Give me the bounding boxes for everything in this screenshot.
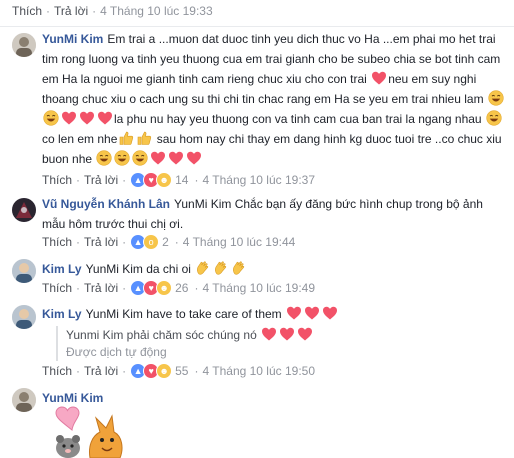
thumbs-up-emoji-icon <box>118 130 134 146</box>
reply-link[interactable]: Trả lời <box>84 362 118 380</box>
heart-emoji-icon <box>371 70 387 86</box>
reply-link[interactable]: Trả lời <box>54 2 88 20</box>
like-link[interactable]: Thích <box>42 171 72 189</box>
laughing-emoji-icon <box>43 110 59 126</box>
comment-actions: Thích · Trả lời · ▲ o 2 · 4 Tháng 10 lúc … <box>42 233 296 251</box>
comment-timestamp[interactable]: 4 Tháng 10 lúc 19:50 <box>202 362 315 380</box>
haha-reaction-icon: ☻ <box>156 172 173 188</box>
heart-emoji-icon <box>186 150 202 166</box>
comment: Kim Ly YunMi Kim da chi oi <box>42 259 506 279</box>
avatar[interactable] <box>12 259 36 283</box>
avatar-photo <box>12 198 36 222</box>
comment: Vũ Nguyễn Khánh Lân YunMi Kim Chắc bạn ấy… <box>42 194 506 234</box>
clapping-hands-emoji-icon <box>213 260 229 276</box>
reply-link[interactable]: Trả lời <box>84 171 118 189</box>
reaction-summary[interactable]: ▲ ♥ ☻ <box>130 363 173 379</box>
reply-link[interactable]: Trả lời <box>84 233 118 251</box>
reaction-count[interactable]: 26 <box>175 279 188 297</box>
avatar-photo <box>12 259 36 283</box>
avatar[interactable] <box>12 33 36 57</box>
divider <box>0 26 514 27</box>
avatar-photo <box>12 305 36 329</box>
commenter-name[interactable]: Kim Ly <box>42 262 82 276</box>
heart-emoji-icon <box>297 326 313 342</box>
heart-emoji-icon <box>304 305 320 321</box>
reaction-count[interactable]: 2 <box>162 233 169 251</box>
comment: YunMi Kim <box>42 388 506 408</box>
comment-timestamp[interactable]: 4 Tháng 10 lúc 19:44 <box>183 233 296 251</box>
comment-text: YunMi Kim da chi oi <box>85 262 191 276</box>
translation-block: Yunmi Kim phải chăm sóc chúng nó Được dị… <box>56 326 314 361</box>
heart-emoji-icon <box>322 305 338 321</box>
avatar[interactable] <box>12 388 36 412</box>
laughing-emoji-icon <box>96 150 112 166</box>
translated-text: Yunmi Kim phải chăm sóc chúng nó <box>66 328 257 342</box>
like-link[interactable]: Thích <box>42 279 72 297</box>
comment-actions: Thích · Trả lời · ▲ ♥ ☻ 26 · 4 Tháng 10 lú… <box>42 279 316 297</box>
comment-actions: Thích · Trả lời · ▲ ♥ ☻ 14 · 4 Tháng 10 lú… <box>42 171 316 189</box>
reaction-summary[interactable]: ▲ o <box>130 234 160 250</box>
haha-reaction-icon: ☻ <box>156 363 173 379</box>
sticker-image[interactable] <box>50 406 130 458</box>
avatar[interactable] <box>12 198 36 222</box>
comment-text: YunMi Kim have to take care of them <box>85 307 282 321</box>
clapping-hands-emoji-icon <box>195 260 211 276</box>
heart-emoji-icon <box>261 326 277 342</box>
comment-timestamp[interactable]: 4 Tháng 10 lúc 19:33 <box>100 2 213 20</box>
thumbs-up-emoji-icon <box>136 130 152 146</box>
commenter-name[interactable]: YunMi Kim <box>42 391 103 405</box>
commenter-name[interactable]: Kim Ly <box>42 307 82 321</box>
heart-emoji-icon <box>279 326 295 342</box>
heart-emoji-icon <box>79 110 95 126</box>
reaction-summary[interactable]: ▲ ♥ ☻ <box>130 172 173 188</box>
heart-emoji-icon <box>150 150 166 166</box>
reaction-count[interactable]: 14 <box>175 171 188 189</box>
auto-translated-note[interactable]: Được dịch tự động <box>66 344 314 361</box>
commenter-name[interactable]: YunMi Kim <box>42 32 103 46</box>
comment-timestamp[interactable]: 4 Tháng 10 lúc 19:37 <box>202 171 315 189</box>
haha-reaction-icon: ☻ <box>156 280 173 296</box>
heart-emoji-icon <box>61 110 77 126</box>
reaction-count[interactable]: 55 <box>175 362 188 380</box>
laughing-emoji-icon <box>132 150 148 166</box>
reply-link[interactable]: Trả lời <box>84 279 118 297</box>
commenter-name[interactable]: Vũ Nguyễn Khánh Lân <box>42 197 170 211</box>
avatar-photo <box>12 33 36 57</box>
heart-emoji-icon <box>286 305 302 321</box>
heart-emoji-icon <box>168 150 184 166</box>
comment: YunMi Kim Em trai a ...muon dat duoc tinh… <box>42 29 506 169</box>
laughing-emoji-icon <box>488 90 504 106</box>
reaction-summary[interactable]: ▲ ♥ ☻ <box>130 280 173 296</box>
comment-actions: Thích · Trả lời · ▲ ♥ ☻ 55 · 4 Tháng 10 lú… <box>42 362 316 380</box>
like-link[interactable]: Thích <box>42 362 72 380</box>
avatar[interactable] <box>12 305 36 329</box>
laughing-emoji-icon <box>114 150 130 166</box>
comment: Kim Ly YunMi Kim have to take care of the… <box>42 304 506 324</box>
wow-reaction-icon: o <box>143 234 160 250</box>
comment-timestamp[interactable]: 4 Tháng 10 lúc 19:49 <box>202 279 315 297</box>
like-link[interactable]: Thích <box>12 2 42 20</box>
comment-text: co len em nhe <box>42 132 118 146</box>
comment-text: la phu nu hay yeu thuong con va tinh cam… <box>114 112 482 126</box>
heart-emoji-icon <box>97 110 113 126</box>
avatar-photo <box>12 388 36 412</box>
comment-actions: Thích · Trả lời · 4 Tháng 10 lúc 19:33 <box>12 2 213 20</box>
laughing-emoji-icon <box>486 110 502 126</box>
clapping-hands-emoji-icon <box>231 260 247 276</box>
like-link[interactable]: Thích <box>42 233 72 251</box>
